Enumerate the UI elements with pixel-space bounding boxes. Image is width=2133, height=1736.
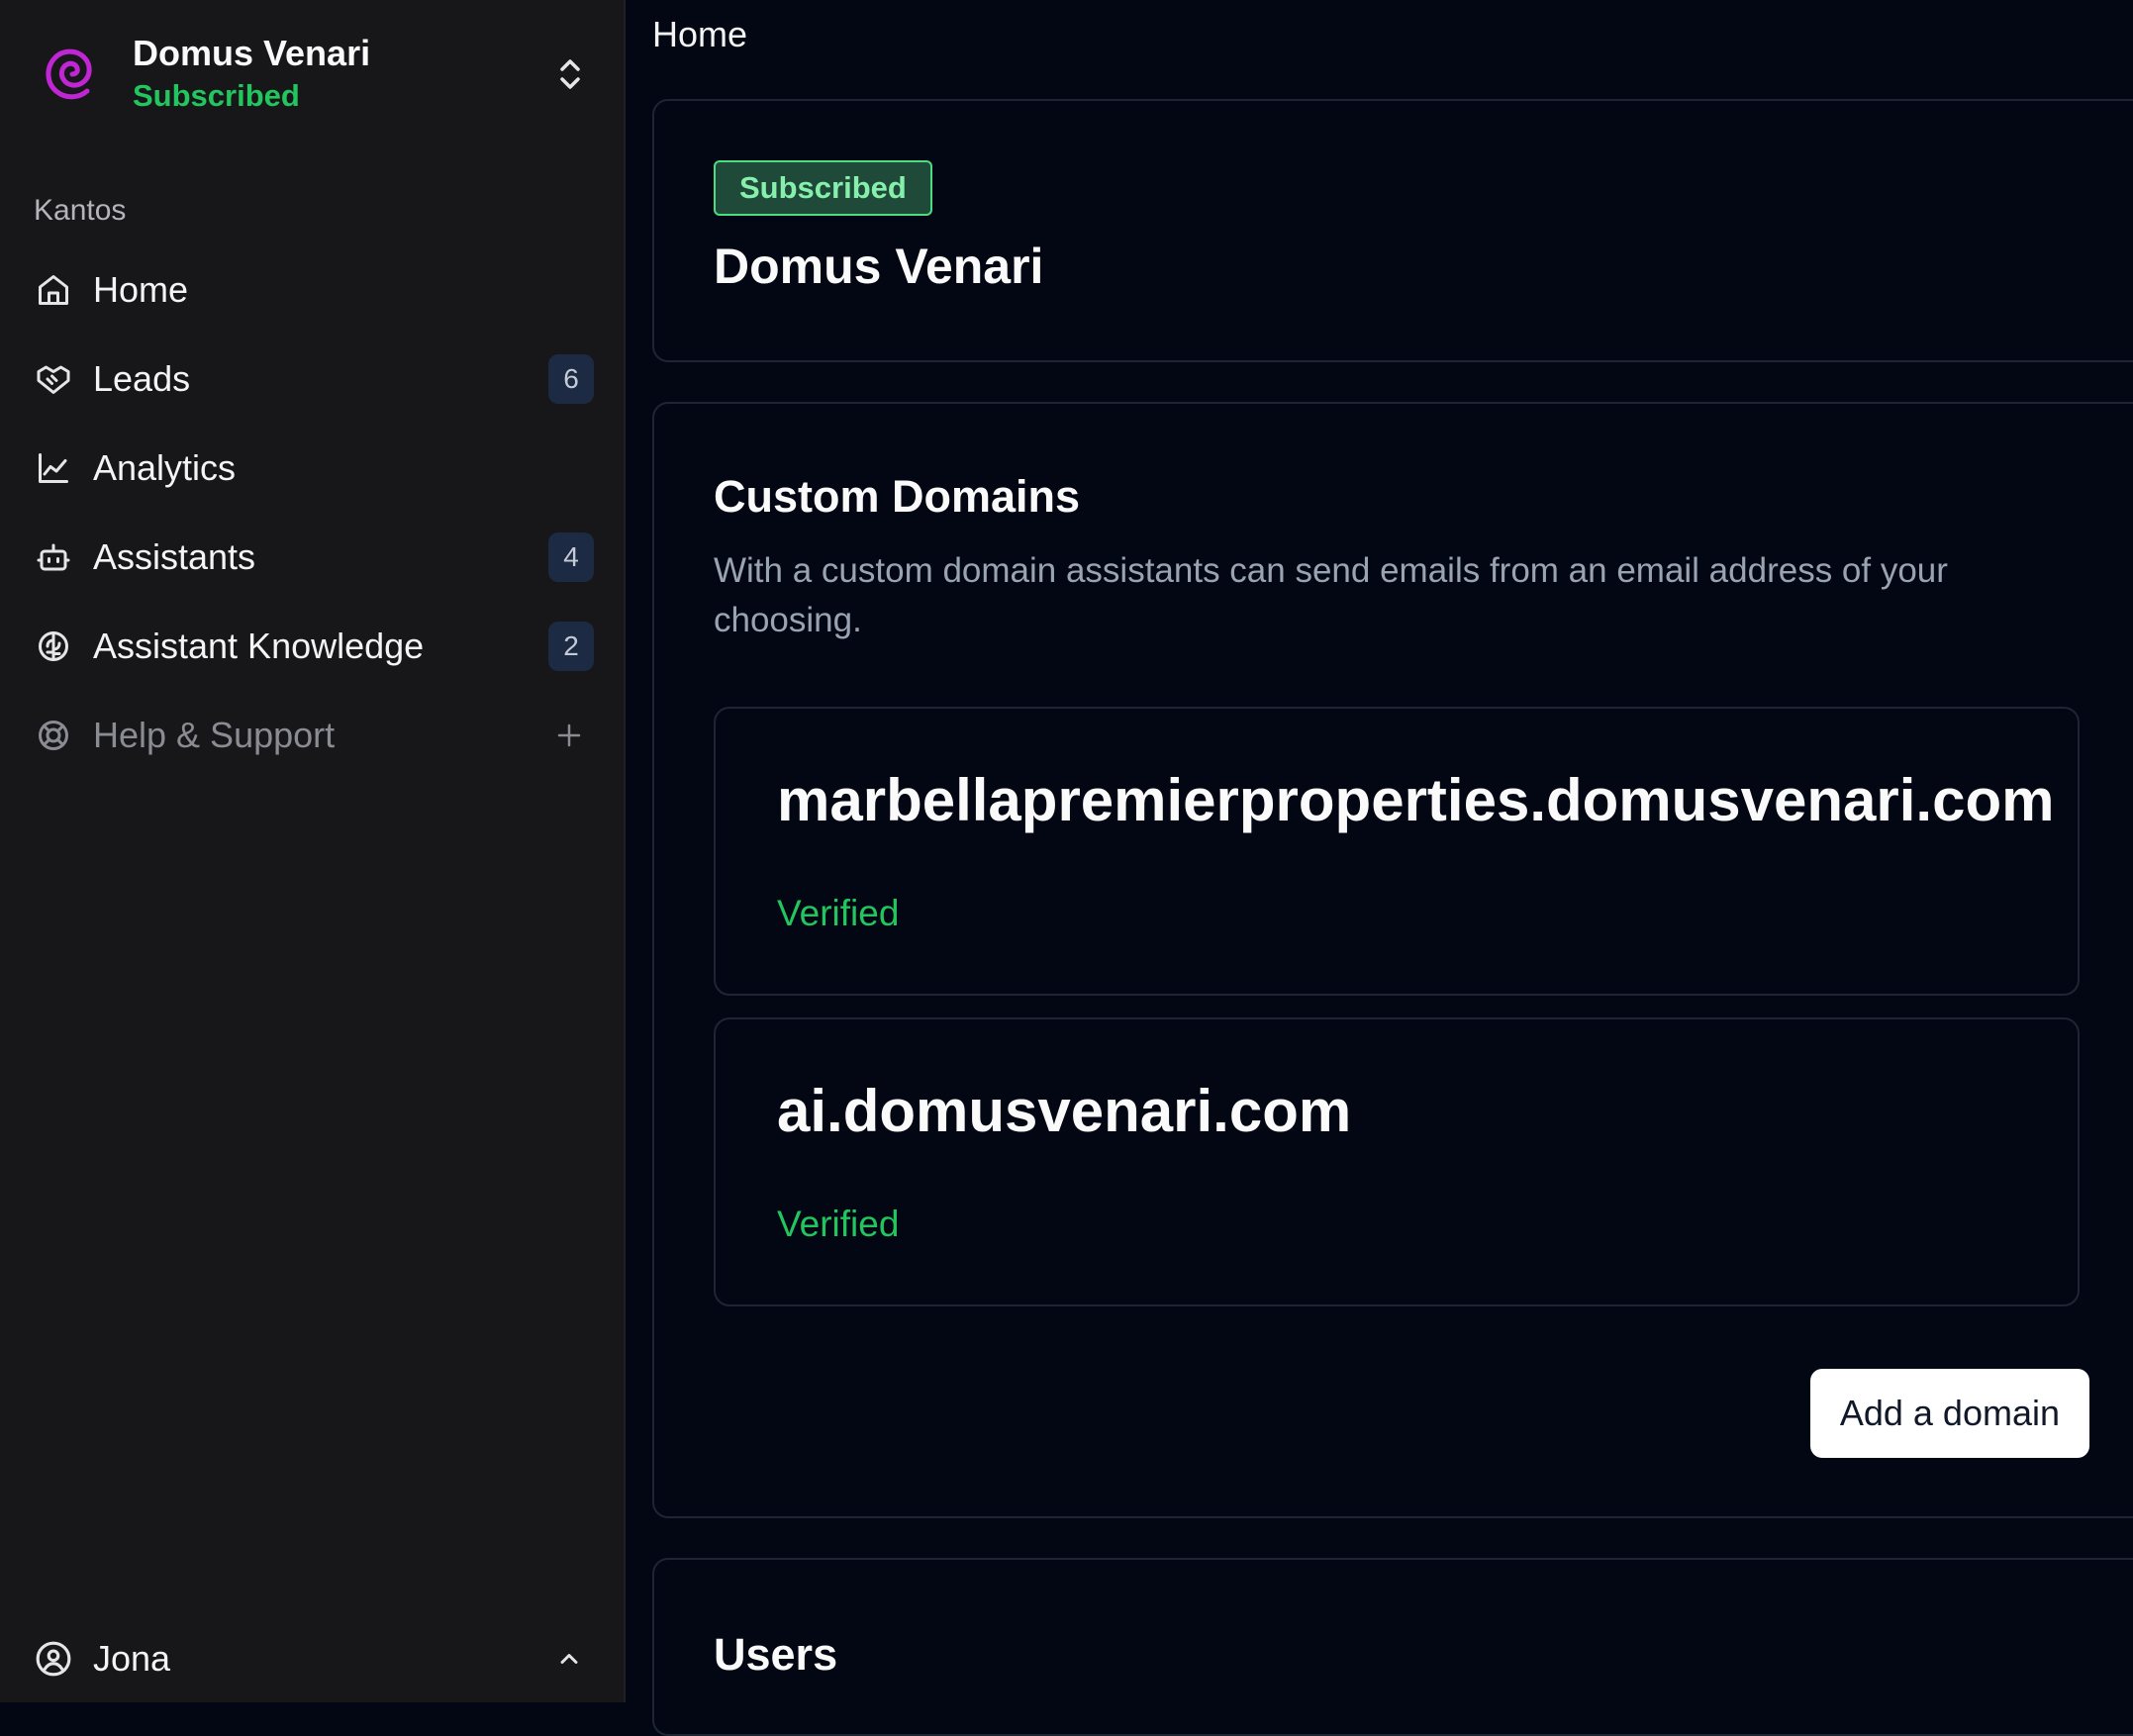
org-status: Subscribed (133, 78, 300, 113)
sidebar-item-home[interactable]: Home (0, 245, 624, 335)
breadcrumb: Home (652, 14, 748, 54)
org-header-card: Subscribed Domus Venari (652, 99, 2133, 362)
user-name: Jona (93, 1638, 171, 1679)
chart-line-icon (34, 448, 73, 488)
bot-icon (34, 537, 73, 577)
sidebar-item-help-support[interactable]: Help & Support (0, 691, 624, 780)
sidebar-item-label: Assistant Knowledge (93, 626, 425, 666)
status-badge: Subscribed (714, 160, 932, 216)
user-circle-icon (34, 1639, 73, 1679)
section-description: With a custom domain assistants can send… (714, 551, 1948, 639)
sidebar-nav: Home Leads 6 Analytics Assistants 4 Assi… (0, 245, 624, 780)
life-buoy-icon (34, 716, 73, 755)
org-switcher[interactable]: Domus Venari Subscribed (36, 30, 590, 119)
count-badge: 2 (548, 622, 594, 671)
sidebar-item-assistant-knowledge[interactable]: Assistant Knowledge 2 (0, 602, 624, 691)
domain-name: ai.domusvenari.com (777, 1078, 1352, 1144)
sidebar-item-label: Leads (93, 358, 191, 399)
handshake-icon (34, 359, 73, 399)
domain-item: ai.domusvenari.com Verified (714, 1017, 2080, 1306)
add-domain-button[interactable]: Add a domain (1809, 1369, 2089, 1458)
nav-group-label: Kantos (34, 194, 127, 227)
section-title: Custom Domains (714, 471, 1081, 522)
spiral-logo-icon (36, 35, 109, 114)
user-menu[interactable]: Jona (34, 1629, 594, 1688)
brain-icon (34, 627, 73, 666)
domain-item: marbellapremierproperties.domusvenari.co… (714, 707, 2080, 996)
domain-status: Verified (777, 1204, 900, 1244)
sidebar-item-label: Analytics (93, 447, 237, 488)
chevrons-up-down-icon[interactable] (550, 49, 590, 99)
users-card: Users (652, 1558, 2133, 1736)
main-content: Home Subscribed Domus Venari Custom Doma… (627, 0, 2133, 1736)
org-name: Domus Venari (133, 33, 371, 73)
domain-name: marbellapremierproperties.domusvenari.co… (777, 767, 2055, 833)
chevron-up-icon[interactable] (544, 1634, 594, 1684)
sidebar-item-label: Home (93, 269, 189, 310)
sidebar-item-label: Help & Support (93, 715, 336, 755)
sidebar-item-analytics[interactable]: Analytics (0, 424, 624, 513)
custom-domains-card: Custom Domains With a custom domain assi… (652, 402, 2133, 1518)
home-icon (34, 270, 73, 310)
count-badge: 4 (548, 532, 594, 582)
plus-icon[interactable] (544, 711, 594, 760)
domain-status: Verified (777, 893, 900, 933)
sidebar-item-label: Assistants (93, 536, 256, 577)
page-title: Domus Venari (714, 239, 1044, 294)
count-badge: 6 (548, 354, 594, 404)
sidebar: Domus Venari Subscribed Kantos Home Lead… (0, 0, 626, 1702)
sidebar-item-assistants[interactable]: Assistants 4 (0, 513, 624, 602)
sidebar-item-leads[interactable]: Leads 6 (0, 335, 624, 424)
section-title: Users (714, 1629, 838, 1680)
